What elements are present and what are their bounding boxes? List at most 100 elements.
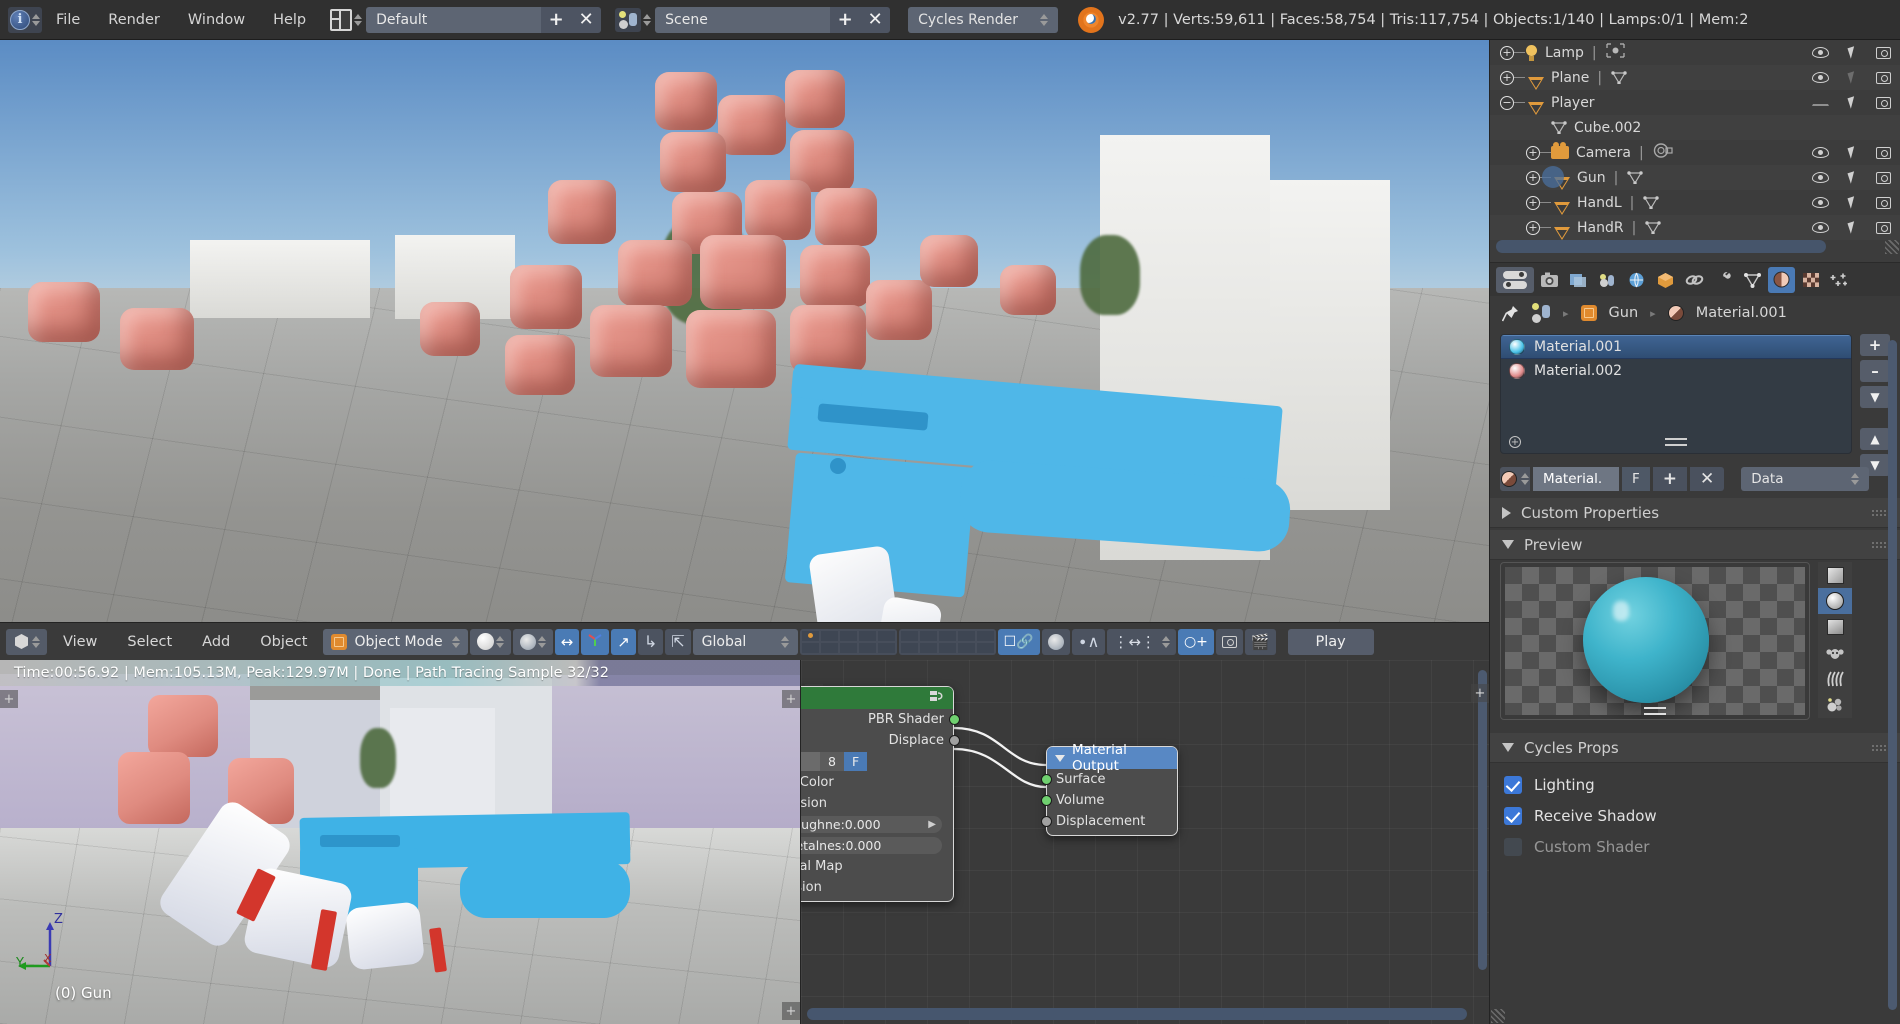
- panel-cycles-props[interactable]: Cycles Props: [1490, 733, 1900, 763]
- preview-resize-grip[interactable]: [1644, 707, 1666, 715]
- snap-target-button[interactable]: ○+: [1178, 629, 1214, 655]
- snap-magnet-button[interactable]: ⋮↔⋮: [1107, 629, 1176, 655]
- camera-data-icon[interactable]: [1653, 143, 1673, 162]
- menu-file[interactable]: File: [42, 0, 94, 40]
- viewport-menu-object[interactable]: Object: [246, 623, 321, 661]
- visibility-eye-icon[interactable]: [1812, 197, 1829, 208]
- hair-preview-icon[interactable]: [1818, 666, 1852, 692]
- material-slot-specials-button[interactable]: ▼: [1860, 386, 1890, 408]
- render-tab-icon[interactable]: [1536, 267, 1563, 293]
- preview-type-buttons[interactable]: [1818, 562, 1852, 718]
- node-properties-expand-icon[interactable]: +: [1471, 684, 1489, 702]
- viewport-menu-select[interactable]: Select: [113, 623, 186, 661]
- viewport-menu-add[interactable]: Add: [188, 623, 244, 661]
- renderable-camera-icon[interactable]: [1876, 197, 1891, 209]
- texture-tab-icon[interactable]: [1797, 267, 1824, 293]
- custom-shader-checkbox[interactable]: [1504, 838, 1522, 856]
- node-editor-hscrollbar[interactable]: [807, 1008, 1467, 1020]
- node-pbr-input-basecolor[interactable]: Base Color: [800, 772, 953, 793]
- expand-icon[interactable]: +: [1526, 146, 1540, 160]
- node-pbr-input-emission[interactable]: Emission: [800, 877, 953, 898]
- properties-tab-bar[interactable]: [1490, 262, 1900, 296]
- toolbar-expand-bottom-icon[interactable]: +: [782, 1002, 800, 1020]
- opengl-render-image-button[interactable]: [1216, 629, 1243, 655]
- screen-layout-field[interactable]: Default: [366, 7, 541, 33]
- selectable-cursor-icon[interactable]: [1847, 146, 1857, 159]
- manipulator-toggle-button[interactable]: ↔: [555, 629, 580, 655]
- viewport-3d[interactable]: View Select Add Object Object Mode ↔: [0, 40, 1489, 660]
- toolbar-expand-right-icon[interactable]: +: [782, 690, 800, 708]
- manipulator-scale-button[interactable]: ↳: [638, 629, 663, 655]
- outliner[interactable]: +Lamp|+Plane|−PlayerCube.002+Camera|+Gun…: [1490, 40, 1900, 262]
- expand-icon[interactable]: +: [1526, 171, 1540, 185]
- menu-render[interactable]: Render: [94, 0, 174, 40]
- selectable-cursor-icon[interactable]: [1847, 196, 1857, 209]
- manipulator-rotate-button[interactable]: ↗: [611, 629, 636, 655]
- toolbar-expand-left-icon[interactable]: +: [0, 690, 18, 708]
- delete-scene-button[interactable]: ✕: [860, 7, 890, 33]
- modifiers-tab-icon[interactable]: [1710, 267, 1737, 293]
- pivot-point-dropdown[interactable]: [513, 629, 553, 655]
- selectable-cursor-icon[interactable]: [1847, 96, 1857, 109]
- cube-preview-icon[interactable]: [1818, 614, 1852, 640]
- socket-displacement[interactable]: [1041, 816, 1052, 827]
- outliner-row-camera[interactable]: +Camera|: [1490, 140, 1900, 165]
- renderable-camera-icon[interactable]: [1876, 72, 1891, 84]
- material-name-input[interactable]: Material.: [1533, 467, 1619, 491]
- node-pbr-input-normalmap[interactable]: Normal Map: [800, 856, 953, 877]
- outliner-row-lamp[interactable]: +Lamp|: [1490, 40, 1900, 65]
- pin-icon[interactable]: [1502, 305, 1519, 322]
- particles-tab-icon[interactable]: [1826, 267, 1853, 293]
- outliner-row-handr[interactable]: +HandR|: [1490, 215, 1900, 240]
- checkbox-row-receive-shadow[interactable]: Receive Shadow: [1504, 801, 1804, 831]
- material-slot-list[interactable]: Material.001Material.002 +: [1500, 334, 1852, 454]
- socket-surface[interactable]: [1041, 774, 1052, 785]
- selectable-cursor-icon[interactable]: [1847, 71, 1857, 84]
- chevron-right-icon[interactable]: ▶: [928, 819, 936, 830]
- collapse-triangle-icon[interactable]: [1055, 755, 1065, 762]
- receive-shadow-checkbox[interactable]: [1504, 807, 1522, 825]
- panel-preview[interactable]: Preview: [1490, 530, 1900, 560]
- checkbox-row-custom-shader[interactable]: Custom Shader: [1504, 832, 1804, 862]
- renderable-camera-icon[interactable]: [1876, 172, 1891, 184]
- add-material-slot-button[interactable]: +: [1860, 334, 1890, 356]
- world-preview-icon[interactable]: [1818, 692, 1852, 718]
- world-tab-icon[interactable]: [1623, 267, 1650, 293]
- add-slot-small-icon[interactable]: +: [1509, 436, 1521, 448]
- transform-orientation-dropdown[interactable]: Global: [693, 629, 798, 655]
- node-pbr[interactable]: PBR PBR Shader Displace PBR 8 F: [800, 686, 954, 902]
- visibility-eye-icon[interactable]: [1812, 147, 1829, 158]
- manipulator-extra-button[interactable]: ⇱: [665, 629, 690, 655]
- node-pbr-output-displace[interactable]: Displace: [800, 730, 953, 751]
- metalness-slider[interactable]: Metalnes:0.000: [800, 837, 942, 854]
- selectable-cursor-icon[interactable]: [1847, 221, 1857, 234]
- outliner-row-plane[interactable]: +Plane|: [1490, 65, 1900, 90]
- checkbox-row-lighting[interactable]: Lighting: [1504, 770, 1804, 800]
- object-tab-icon[interactable]: [1652, 267, 1679, 293]
- renderable-camera-icon[interactable]: [1876, 97, 1891, 109]
- expand-icon[interactable]: +: [1526, 221, 1540, 235]
- node-pbr-input-occlusion[interactable]: Occlusion: [800, 793, 953, 814]
- renderable-camera-icon[interactable]: [1876, 147, 1891, 159]
- socket-pbr-shader[interactable]: [949, 714, 960, 725]
- expand-icon[interactable]: +: [1526, 196, 1540, 210]
- socket-volume[interactable]: [1041, 795, 1052, 806]
- material-link-dropdown[interactable]: Data: [1741, 467, 1869, 491]
- outliner-row-cube-002[interactable]: Cube.002: [1490, 115, 1900, 140]
- node-group-name-field[interactable]: PBR: [800, 752, 820, 771]
- manipulator-translate-button[interactable]: [581, 629, 609, 655]
- node-material-output[interactable]: Material Output Surface Volume Displacem…: [1046, 746, 1178, 836]
- outliner-resize-grip[interactable]: [1885, 240, 1899, 254]
- viewport-shading-dropdown[interactable]: [470, 629, 511, 655]
- lock-camera-to-view-button[interactable]: ☐🔗: [998, 629, 1040, 655]
- constraints-tab-icon[interactable]: [1681, 267, 1708, 293]
- proportional-falloff-button[interactable]: ∙∧: [1072, 629, 1106, 655]
- roughness-slider[interactable]: ◀ Roughne:0.000 ▶: [800, 816, 942, 833]
- visibility-eye-icon[interactable]: [1812, 47, 1829, 58]
- move-slot-up-button[interactable]: ▲: [1860, 428, 1890, 450]
- material-preview-box[interactable]: [1500, 562, 1810, 720]
- scene-layers-top[interactable]: [800, 629, 897, 655]
- material-tab-icon[interactable]: [1768, 267, 1795, 293]
- scene-field[interactable]: Scene: [655, 7, 830, 33]
- selectable-cursor-icon[interactable]: [1847, 46, 1857, 59]
